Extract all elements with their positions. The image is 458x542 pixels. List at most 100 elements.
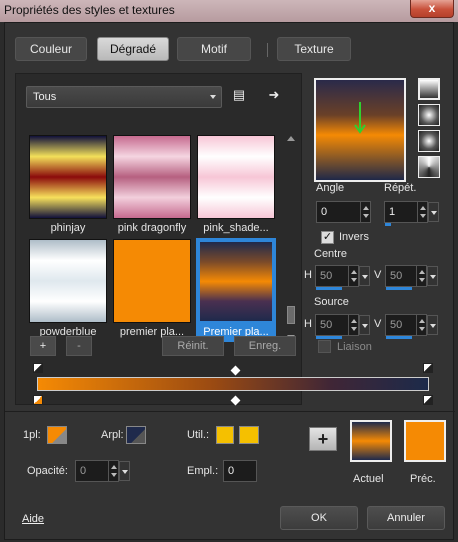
gradient-swatch[interactable]: pink_shade... xyxy=(196,134,276,238)
stop-transparency-label: Arpl: xyxy=(101,429,124,441)
tab-degrade[interactable]: Dégradé xyxy=(97,37,169,61)
color-stop-left[interactable] xyxy=(33,395,43,405)
linear-style-icon[interactable] xyxy=(418,78,440,100)
angle-value: 0 xyxy=(321,206,328,218)
center-h-stepper[interactable]: 50 xyxy=(315,265,370,290)
center-v-label: V xyxy=(374,269,382,281)
close-button[interactable]: x xyxy=(410,0,454,18)
tab-motif[interactable]: Motif xyxy=(177,37,251,61)
opacity-value: 0 xyxy=(80,465,87,477)
gradient-swatch[interactable]: premier pla... xyxy=(112,238,192,342)
stepper-arrows-icon[interactable] xyxy=(348,266,358,286)
source-h-stepper[interactable]: 50 xyxy=(315,314,370,339)
title-bar: Propriétés des styles et textures x xyxy=(0,0,458,22)
gradient-preview-large[interactable] xyxy=(314,78,406,182)
stepper-arrows-icon[interactable] xyxy=(360,202,370,222)
chevron-down-icon xyxy=(210,95,216,99)
stepper-arrows-icon[interactable] xyxy=(108,461,118,481)
opacity-midpoint[interactable] xyxy=(230,365,241,376)
link-checkbox[interactable] xyxy=(318,340,331,353)
stop-color-swatch[interactable] xyxy=(47,426,67,444)
gradient-name: phinjay xyxy=(50,222,86,234)
gradient-swatch-selected[interactable]: Premier pla... xyxy=(196,238,276,342)
opacity-stop-right[interactable] xyxy=(423,363,433,373)
radial-style-icon[interactable] xyxy=(418,130,440,152)
stepper-arrows-icon[interactable] xyxy=(416,266,426,286)
invert-label: Invers xyxy=(339,231,369,243)
gradient-library-panel: Tous ▤ ➜ phinjay pink dragonfly pink_sha… xyxy=(15,73,302,405)
dialog-footer: Aide OK Annuler xyxy=(5,501,455,541)
source-v-value: 50 xyxy=(390,319,403,331)
source-h-label: H xyxy=(304,318,312,330)
sunburst-style-icon[interactable] xyxy=(418,156,440,178)
previous-swatch[interactable] xyxy=(404,420,446,462)
location-field[interactable]: 0 xyxy=(223,460,257,482)
opacity-stop-left[interactable] xyxy=(33,363,43,373)
gradient-editor xyxy=(17,363,449,423)
remove-gradient-button[interactable]: - xyxy=(66,336,92,356)
library-icon[interactable]: ▤ xyxy=(231,87,247,103)
chevron-down-icon[interactable] xyxy=(359,315,370,335)
center-h-slider[interactable] xyxy=(316,287,342,290)
tab-texture[interactable]: Texture xyxy=(277,37,351,61)
stepper-arrows-icon[interactable] xyxy=(348,315,358,335)
help-link[interactable]: Aide xyxy=(22,513,44,525)
source-v-slider[interactable] xyxy=(386,336,412,339)
link-label: Liaison xyxy=(337,341,372,353)
scroll-up-icon[interactable] xyxy=(287,136,295,141)
reset-button[interactable]: Réinit. xyxy=(162,336,224,356)
gradient-scrollbar[interactable] xyxy=(286,136,296,340)
use-background-swatch[interactable] xyxy=(239,426,259,444)
gradient-bar[interactable] xyxy=(37,377,429,391)
gradient-preview xyxy=(198,240,274,323)
color-stop-right[interactable] xyxy=(423,395,433,405)
stop-transparency-swatch[interactable] xyxy=(126,426,146,444)
gradient-preview xyxy=(29,239,107,323)
chevron-down-icon[interactable] xyxy=(427,315,438,335)
gradient-swatch[interactable]: pink dragonfly xyxy=(112,134,192,238)
ok-button[interactable]: OK xyxy=(280,506,358,530)
chevron-down-icon[interactable] xyxy=(428,202,439,222)
cancel-button[interactable]: Annuler xyxy=(367,506,445,530)
center-v-stepper[interactable]: 50 xyxy=(385,265,438,290)
current-swatch[interactable] xyxy=(350,420,392,462)
repeat-stepper[interactable]: 1 xyxy=(384,201,439,226)
direction-handle-icon[interactable] xyxy=(316,80,404,180)
chevron-down-icon[interactable] xyxy=(427,266,438,286)
source-h-slider[interactable] xyxy=(316,336,342,339)
gradient-swatch[interactable]: phinjay xyxy=(28,134,108,238)
tab-separator xyxy=(267,43,268,57)
opacity-stepper[interactable]: 0 xyxy=(75,460,130,482)
rectangular-style-icon[interactable] xyxy=(418,104,440,126)
add-gradient-button[interactable]: + xyxy=(30,336,56,356)
stepper-arrows-icon[interactable] xyxy=(416,315,426,335)
add-to-swatches-button[interactable]: + xyxy=(309,427,337,451)
use-foreground-swatch[interactable] xyxy=(216,426,234,444)
source-label: Source xyxy=(314,296,349,308)
scroll-thumb[interactable] xyxy=(287,306,295,324)
tab-couleur[interactable]: Couleur xyxy=(15,37,87,61)
dialog: Couleur Dégradé Motif Texture Tous ▤ ➜ p… xyxy=(4,22,455,541)
center-v-slider[interactable] xyxy=(386,287,412,290)
gradient-swatch[interactable]: powderblue xyxy=(28,238,108,342)
source-v-stepper[interactable]: 50 xyxy=(385,314,438,339)
angle-stepper[interactable]: 0 xyxy=(316,201,371,223)
gradient-name: pink_shade... xyxy=(203,222,269,234)
repeat-slider[interactable] xyxy=(385,223,391,226)
stepper-arrows-icon[interactable] xyxy=(417,202,427,222)
window-title: Propriétés des styles et textures xyxy=(4,3,175,17)
chevron-down-icon[interactable] xyxy=(359,266,370,286)
color-midpoint[interactable] xyxy=(230,395,241,406)
invert-checkbox[interactable]: ✓ xyxy=(321,231,334,244)
gradient-preview xyxy=(113,239,191,323)
angle-label: Angle xyxy=(316,182,345,194)
location-value: 0 xyxy=(228,465,235,477)
save-button[interactable]: Enreg. xyxy=(234,336,296,356)
repeat-label: Répét. xyxy=(384,182,417,194)
chevron-down-icon[interactable] xyxy=(119,461,130,481)
arrow-right-icon[interactable]: ➜ xyxy=(266,87,282,103)
category-select[interactable]: Tous xyxy=(26,86,222,108)
location-label: Empl.: xyxy=(187,465,219,477)
gradient-name: pink dragonfly xyxy=(117,222,187,234)
gradient-preview xyxy=(197,135,275,219)
